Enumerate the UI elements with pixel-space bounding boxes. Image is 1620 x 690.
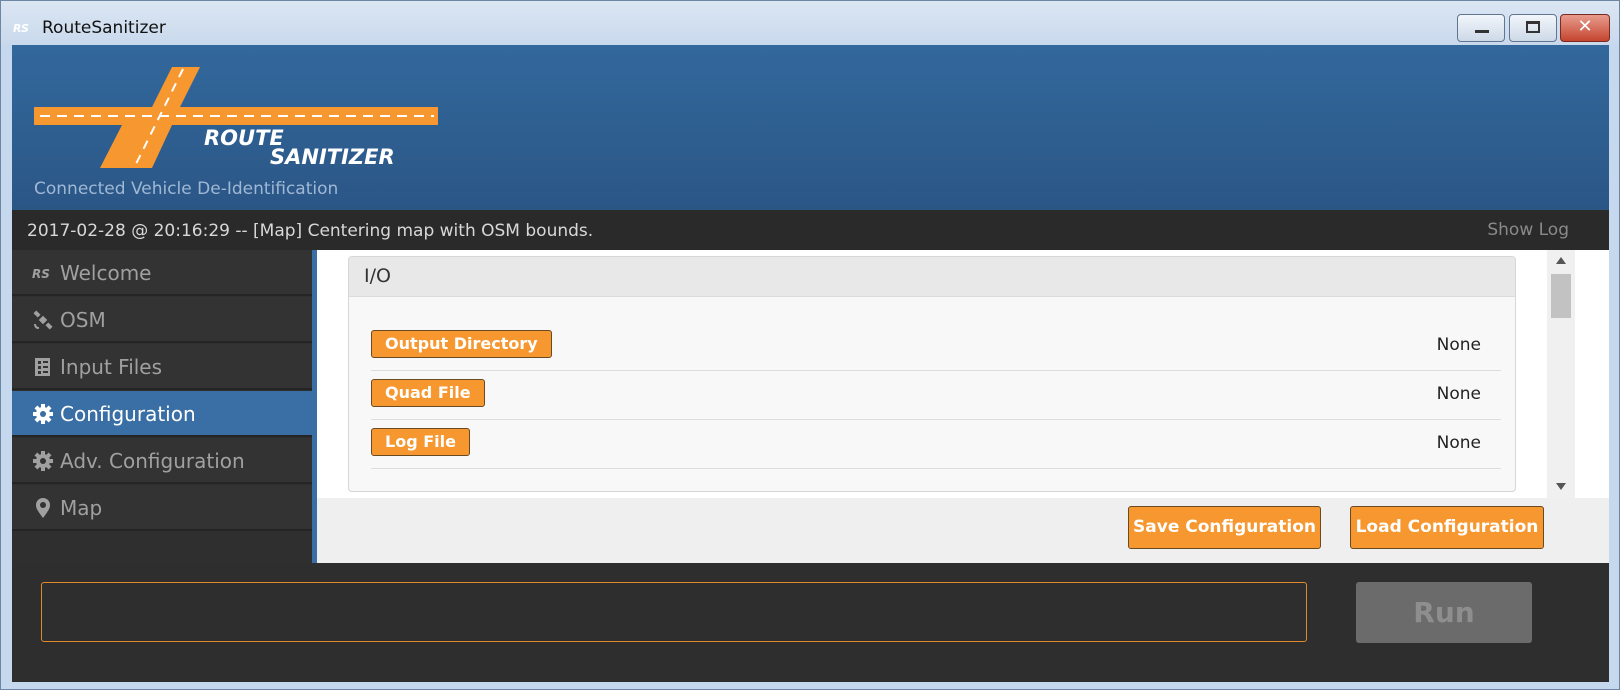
file-icon [32, 356, 54, 378]
quad-file-button[interactable]: Quad File [371, 379, 485, 407]
status-bar: 2017-02-28 @ 20:16:29 -- [Map] Centering… [12, 210, 1609, 250]
io-row-log-file: Log File None [371, 420, 1501, 469]
output-directory-button[interactable]: Output Directory [371, 330, 552, 358]
close-button[interactable]: ✕ [1560, 14, 1610, 42]
sidebar-item-label: Configuration [60, 402, 196, 426]
run-button[interactable]: Run [1356, 582, 1532, 643]
route-sanitizer-logo: ROUTE SANITIZER [34, 67, 438, 169]
client-area: ROUTE SANITIZER Connected Vehicle De-Ide… [12, 45, 1609, 682]
quad-file-value: None [1436, 384, 1481, 404]
sidebar-item-map[interactable]: Map [12, 485, 312, 531]
close-icon: ✕ [1577, 16, 1593, 37]
app-subtitle: Connected Vehicle De-Identification [34, 179, 339, 199]
sidebar-item-configuration[interactable]: Configuration [12, 391, 312, 437]
io-panel: I/O Output Directory None Quad File None… [348, 256, 1516, 492]
sidebar-item-label: Map [60, 496, 103, 520]
app-header: ROUTE SANITIZER Connected Vehicle De-Ide… [12, 45, 1609, 210]
minimize-icon [1475, 30, 1489, 33]
gear-icon [32, 403, 54, 425]
sidebar-item-adv-configuration[interactable]: Adv. Configuration [12, 438, 312, 484]
output-directory-value: None [1436, 335, 1481, 355]
app-icon: RS [13, 22, 29, 35]
vertical-scrollbar[interactable] [1547, 250, 1575, 498]
app-window: RS RouteSanitizer ✕ ROUTE SANITIZER Conn… [0, 0, 1620, 690]
configuration-content: I/O Output Directory None Quad File None… [317, 250, 1609, 498]
save-configuration-button[interactable]: Save Configuration [1128, 506, 1321, 549]
io-panel-header: I/O [349, 257, 1515, 297]
show-log-link[interactable]: Show Log [1487, 220, 1569, 240]
log-file-value: None [1436, 433, 1481, 453]
sidebar-item-label: Welcome [60, 261, 152, 285]
svg-text:RS: RS [32, 267, 50, 281]
maximize-icon [1526, 21, 1540, 33]
status-message: 2017-02-28 @ 20:16:29 -- [Map] Centering… [27, 221, 594, 241]
io-row-output-directory: Output Directory None [371, 322, 1501, 371]
sidebar-item-label: Adv. Configuration [60, 449, 245, 473]
command-input[interactable] [41, 582, 1307, 642]
bottom-bar: Run [12, 563, 1609, 682]
gear-icon [32, 450, 54, 472]
sidebar-item-label: OSM [60, 308, 106, 332]
rs-logo-icon: RS [32, 262, 54, 284]
sidebar-item-input-files[interactable]: Input Files [12, 344, 312, 390]
map-pin-icon [32, 497, 54, 519]
sidebar-item-label: Input Files [60, 355, 163, 379]
satellite-icon [32, 309, 54, 331]
scroll-thumb[interactable] [1551, 274, 1571, 318]
sidebar-item-welcome[interactable]: RS Welcome [12, 250, 312, 296]
window-title: RouteSanitizer [42, 18, 166, 38]
scroll-down-icon[interactable] [1556, 483, 1566, 490]
sidebar-item-osm[interactable]: OSM [12, 297, 312, 343]
logo-line2: SANITIZER [270, 145, 395, 169]
title-bar[interactable]: RS RouteSanitizer ✕ [1, 1, 1619, 45]
maximize-button[interactable] [1509, 14, 1557, 42]
load-configuration-button[interactable]: Load Configuration [1350, 506, 1544, 549]
io-row-quad-file: Quad File None [371, 371, 1501, 420]
minimize-button[interactable] [1457, 14, 1505, 42]
log-file-button[interactable]: Log File [371, 428, 470, 456]
scroll-up-icon[interactable] [1556, 257, 1566, 264]
io-panel-title: I/O [364, 265, 391, 287]
